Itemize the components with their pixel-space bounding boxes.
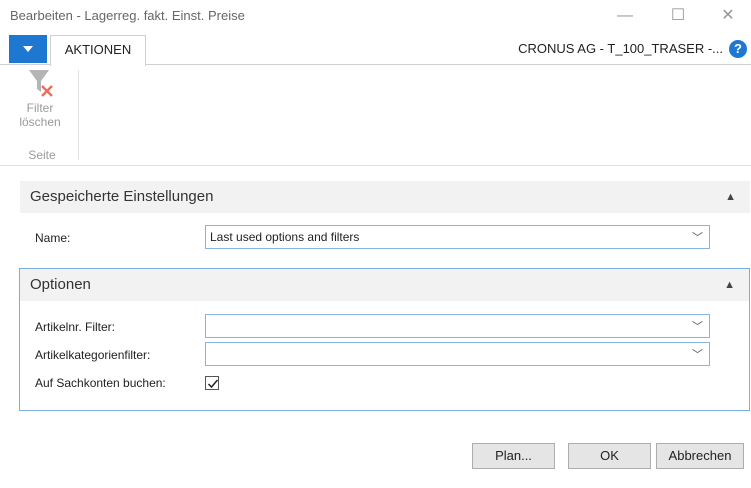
close-button[interactable]: ✕ (713, 4, 743, 28)
minimize-button[interactable]: — (610, 4, 640, 28)
saved-settings-header[interactable]: Gespeicherte Einstellungen ▲ (20, 181, 750, 213)
ribbon-tab-bar: AKTIONEN CRONUS AG - T_100_TRASER -... ? (0, 35, 751, 66)
maximize-button[interactable]: ☐ (663, 4, 693, 28)
checkmark-icon (207, 379, 219, 389)
options-title: Optionen (30, 276, 91, 293)
clear-filter-label-1: Filter (26, 101, 54, 115)
plan-button[interactable]: Plan... (472, 443, 555, 469)
chevron-down-icon: ﹀ (692, 349, 703, 361)
name-label: Name: (35, 231, 71, 245)
collapse-chevron-icon: ▲ (724, 279, 735, 291)
clear-filter-icon (29, 70, 53, 97)
post-gl-label: Auf Sachkonten buchen: (35, 376, 166, 390)
clear-filter-label-2: löschen (19, 115, 61, 129)
chevron-down-icon: ﹀ (692, 232, 703, 244)
name-select-value: Last used options and filters (210, 230, 360, 244)
ribbon: Filter löschen Seite (0, 66, 751, 166)
collapse-chevron-icon: ▲ (725, 191, 736, 203)
options-header[interactable]: Optionen ▲ (20, 269, 749, 301)
tab-aktionen[interactable]: AKTIONEN (50, 35, 146, 66)
chevron-down-icon (23, 46, 33, 52)
cancel-button[interactable]: Abbrechen (656, 443, 744, 469)
title-bar: Bearbeiten - Lagerreg. fakt. Einst. Prei… (0, 0, 751, 34)
window-title: Bearbeiten - Lagerreg. fakt. Einst. Prei… (10, 8, 245, 23)
ok-button[interactable]: OK (568, 443, 651, 469)
chevron-down-icon: ﹀ (692, 321, 703, 333)
company-name[interactable]: CRONUS AG - T_100_TRASER -... (518, 41, 723, 56)
ribbon-group-label: Seite (28, 148, 56, 162)
item-filter-input[interactable]: ﹀ (205, 314, 710, 338)
item-filter-label: Artikelnr. Filter: (35, 320, 116, 334)
help-icon[interactable]: ? (729, 40, 747, 58)
name-select[interactable]: Last used options and filters ﹀ (205, 225, 710, 249)
saved-settings-title: Gespeicherte Einstellungen (30, 188, 214, 205)
ribbon-group-divider (78, 70, 79, 160)
clear-filter-button[interactable]: Filter löschen (12, 68, 68, 129)
app-menu-button[interactable] (9, 35, 47, 63)
category-filter-input[interactable]: ﹀ (205, 342, 710, 366)
post-gl-checkbox[interactable] (205, 376, 219, 390)
category-filter-label: Artikelkategorienfilter: (35, 348, 151, 362)
